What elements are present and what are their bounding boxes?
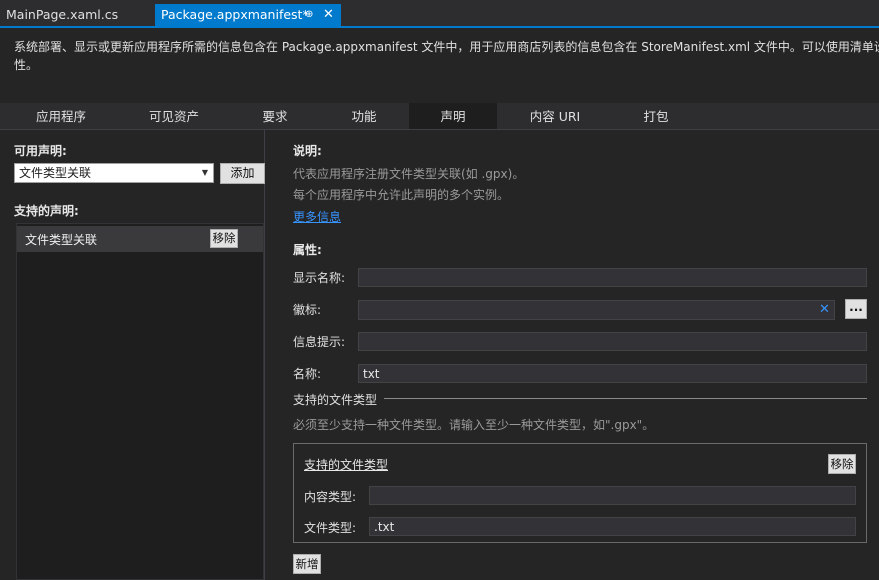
supported-file-types-hint: 必须至少支持一种文件类型。请输入至少一种文件类型，如".gpx"。 <box>293 418 655 432</box>
available-declarations-value: 文件类型关联 <box>19 166 92 180</box>
content-type-label: 内容类型: <box>304 490 357 504</box>
display-name-field[interactable] <box>358 268 867 287</box>
supported-file-types-heading: 支持的文件类型 <box>293 393 378 407</box>
logo-label: 徽标: <box>293 303 322 317</box>
document-tab-strip: MainPage.xaml.cs Package.appxmanifest* ⊕… <box>0 0 879 28</box>
add-new-file-type-button[interactable]: 新增 <box>293 554 321 574</box>
manifest-section-tabs: 应用程序 可见资产 要求 功能 声明 内容 URI 打包 <box>0 103 879 130</box>
supported-declarations-list <box>16 223 264 580</box>
file-type-label: 文件类型: <box>304 521 357 535</box>
file-type-group-title: 支持的文件类型 <box>304 458 389 472</box>
doc-tab-active-label: Package.appxmanifest* <box>161 7 309 22</box>
manifest-description-continued: 性。 <box>14 58 39 72</box>
supported-declaration-label: 文件类型关联 <box>25 233 98 247</box>
pin-icon[interactable]: ⊕ <box>305 4 313 26</box>
tab-capabilities[interactable]: 功能 <box>334 103 394 129</box>
chevron-down-icon: ▼ <box>201 168 208 177</box>
tab-content-uris[interactable]: 内容 URI <box>515 103 595 129</box>
available-declarations-select[interactable]: 文件类型关联 ▼ <box>14 163 214 183</box>
doc-tab-mainpage-label: MainPage.xaml.cs <box>6 7 119 22</box>
tab-visual-assets[interactable]: 可见资产 <box>133 103 215 129</box>
display-name-label: 显示名称: <box>293 271 346 285</box>
file-type-field[interactable]: .txt <box>369 517 856 536</box>
infotip-field[interactable] <box>358 332 867 351</box>
manifest-description: 系统部署、显示或更新应用程序所需的信息包含在 Package.appxmanif… <box>14 40 879 54</box>
logo-field[interactable]: ✕ <box>358 300 835 320</box>
info-line-1: 代表应用程序注册文件类型关联(如 .gpx)。 <box>293 167 525 181</box>
more-info-link[interactable]: 更多信息 <box>293 208 341 225</box>
section-divider <box>384 398 867 399</box>
infotip-label: 信息提示: <box>293 335 346 349</box>
add-declaration-button[interactable]: 添加 <box>220 163 265 184</box>
close-icon[interactable]: ✕ <box>323 4 334 26</box>
doc-tab-package-appxmanifest[interactable]: Package.appxmanifest* ⊕ ✕ <box>155 4 341 26</box>
info-line-2: 每个应用程序中允许此声明的多个实例。 <box>293 188 510 202</box>
available-declarations-label: 可用声明: <box>14 144 67 158</box>
remove-declaration-button[interactable]: 移除 <box>210 229 238 248</box>
tab-requirements[interactable]: 要求 <box>245 103 305 129</box>
tab-application[interactable]: 应用程序 <box>20 103 102 129</box>
properties-heading: 属性: <box>293 243 322 257</box>
clear-icon[interactable]: ✕ <box>819 301 830 319</box>
info-heading: 说明: <box>293 144 322 158</box>
content-type-field[interactable] <box>369 486 856 505</box>
list-item[interactable]: 文件类型关联 移除 <box>17 226 263 252</box>
name-label: 名称: <box>293 367 322 381</box>
tab-packaging[interactable]: 打包 <box>626 103 686 129</box>
tab-declarations[interactable]: 声明 <box>409 103 497 129</box>
name-field[interactable]: txt <box>358 364 867 383</box>
supported-declarations-label: 支持的声明: <box>14 204 79 218</box>
remove-file-type-button[interactable]: 移除 <box>828 454 856 474</box>
browse-logo-button[interactable]: ... <box>845 299 867 319</box>
doc-tab-mainpage[interactable]: MainPage.xaml.cs <box>0 4 150 26</box>
